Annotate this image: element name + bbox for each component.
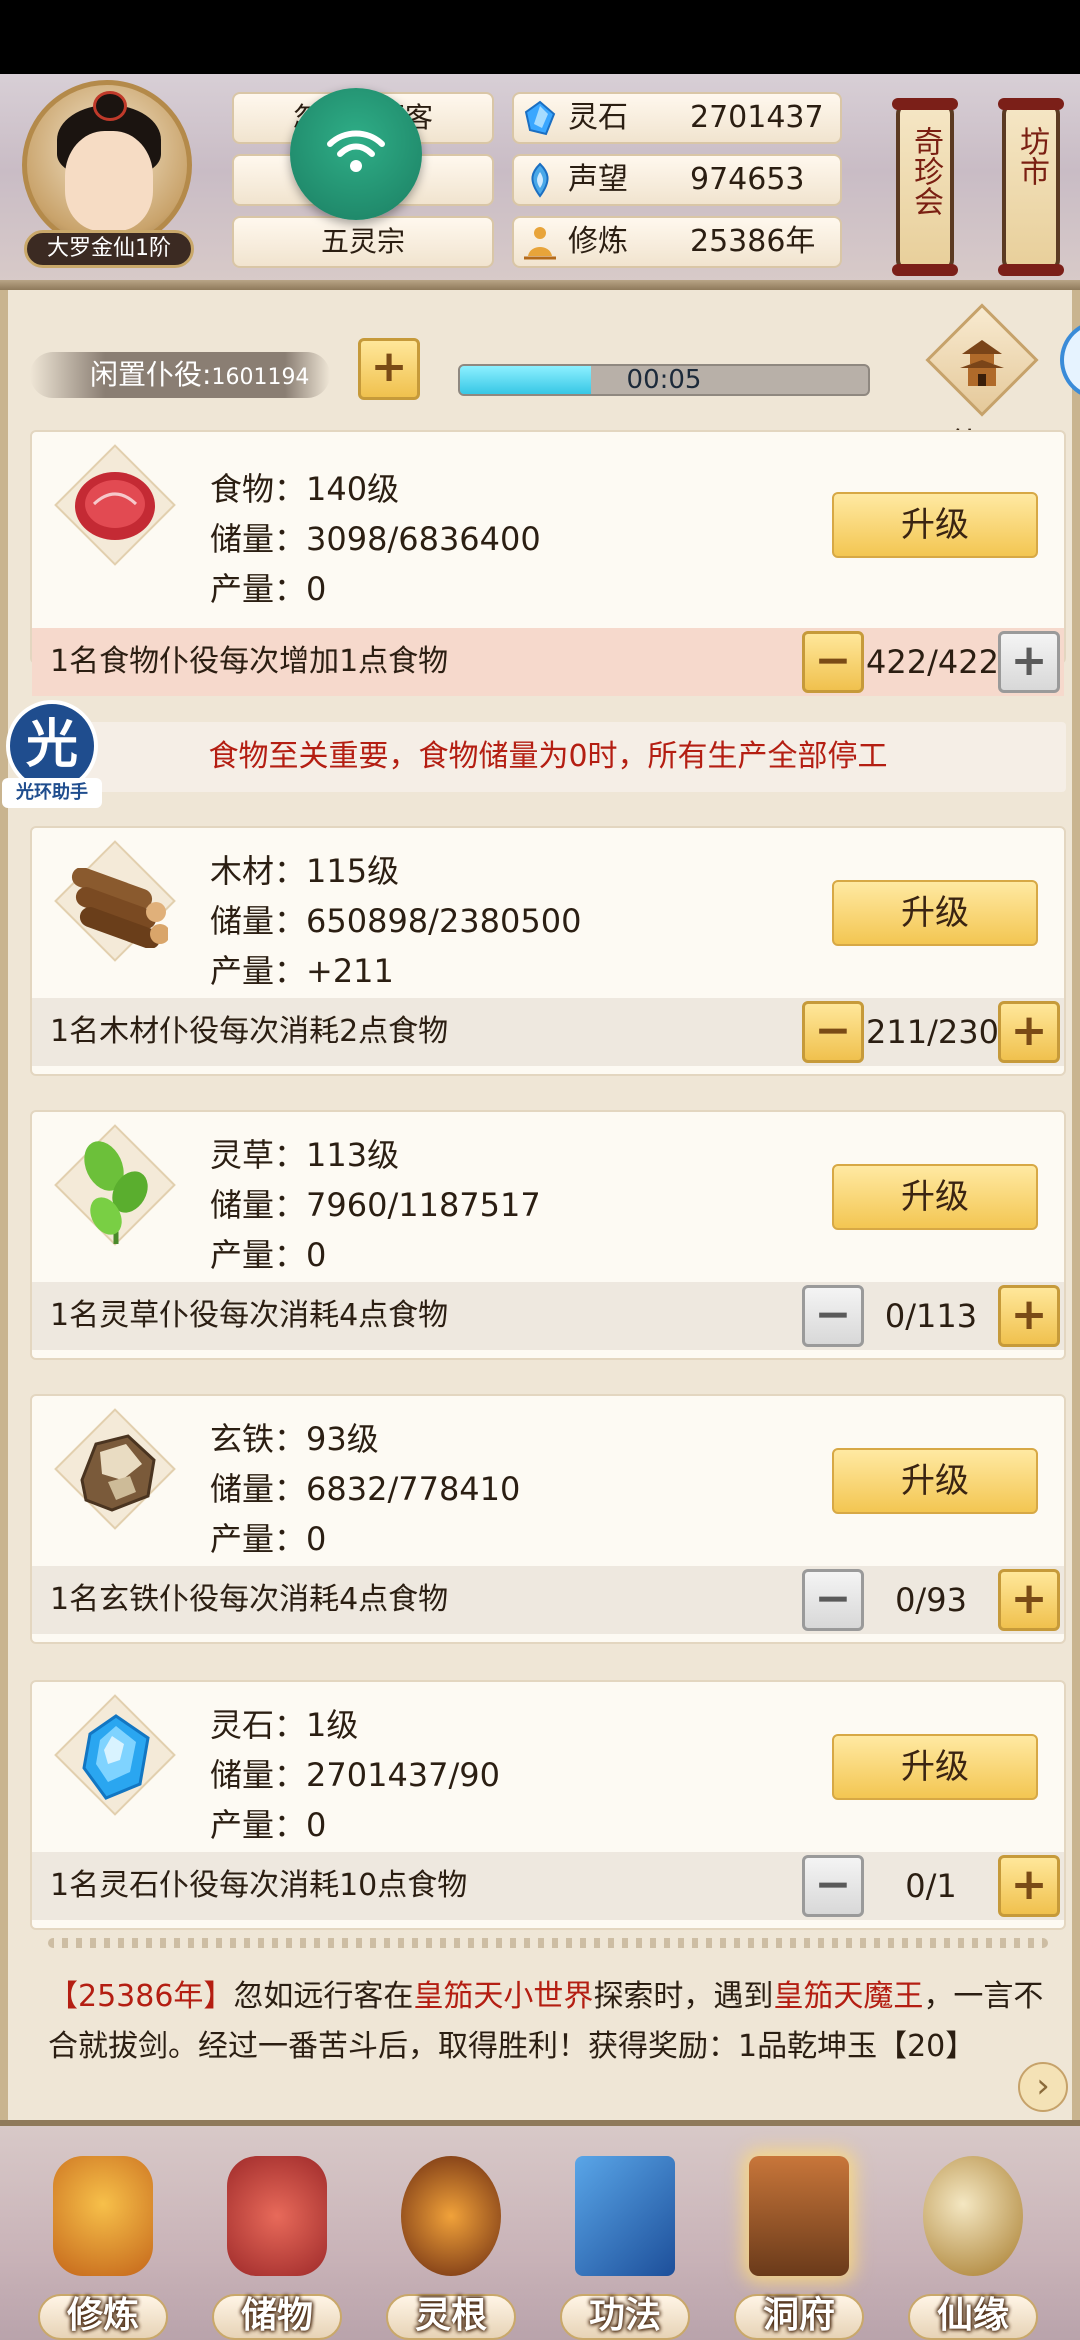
upgrade-button[interactable]: 升级: [832, 1734, 1038, 1800]
resource-output: 产量：0: [210, 1236, 327, 1274]
decrease-servant-button[interactable]: −: [802, 1569, 864, 1631]
spirit-stone-icon: [54, 1694, 176, 1816]
nav-storage[interactable]: 储物: [202, 2146, 352, 2340]
wifi-float-button[interactable]: [290, 88, 422, 220]
storage-bag-icon: [227, 2156, 327, 2276]
resource-card-iron: 玄铁：93级 储量：6832/778410 产量：0 升级 1名玄铁仆役每次消耗…: [30, 1394, 1066, 1644]
event-log: 【25386年】忽如远行客在皇笳天小世界探索时，遇到皇笳天魔王，一言不合就拔剑。…: [48, 1979, 1044, 2064]
reputation-icon: [531, 162, 549, 198]
fate-gourd-icon: [923, 2156, 1023, 2276]
status-bar: [0, 0, 1080, 74]
helper-float-button[interactable]: 光 光环助手: [2, 700, 102, 812]
nav-cultivate[interactable]: 修炼: [28, 2146, 178, 2340]
rank-badge: 大罗金仙1阶: [24, 230, 194, 268]
resource-card-food: 食物：140级 储量：3098/6836400 产量：0 升级 1名食物仆役每次…: [30, 430, 1066, 696]
nav-techniques[interactable]: 功法: [550, 2146, 700, 2340]
servant-assign-row: 1名灵草仆役每次消耗4点食物 − 0/113 +: [32, 1282, 1064, 1350]
resource-card-wood: 木材：115级 储量：650898/2380500 产量：+211 升级 1名木…: [30, 826, 1066, 1076]
servant-count: 0/93: [895, 1581, 967, 1619]
resource-card-herb: 灵草：113级 储量：7960/1187517 产量：0 升级 1名灵草仆役每次…: [30, 1110, 1066, 1360]
resource-name: 木材：115级: [210, 852, 400, 890]
upgrade-button[interactable]: 升级: [832, 492, 1038, 558]
side-drawer-tab[interactable]: [1060, 320, 1080, 400]
servant-assign-row: 1名灵石仆役每次消耗10点食物 − 0/1 +: [32, 1852, 1064, 1920]
wifi-icon: [327, 130, 385, 172]
tassel-decoration: [916, 280, 932, 290]
resource-output: 产量：0: [210, 1806, 327, 1844]
servant-assign-row: 1名食物仆役每次增加1点食物 − 422/422 +: [32, 628, 1064, 696]
increase-servant-button[interactable]: +: [998, 1569, 1060, 1631]
idle-servants: 闲置仆役:1601194: [30, 352, 330, 398]
servant-count: 211/230: [866, 1013, 999, 1051]
resource-reputation: 声望 974653: [512, 154, 842, 206]
cultivate-icon: [53, 2156, 153, 2276]
servant-assign-row: 1名玄铁仆役每次消耗4点食物 − 0/93 +: [32, 1566, 1064, 1634]
nav-fate[interactable]: 仙缘: [898, 2146, 1048, 2340]
food-icon: [54, 444, 176, 566]
upgrade-button[interactable]: 升级: [832, 1448, 1038, 1514]
resource-storage: 储量：650898/2380500: [210, 902, 582, 940]
servant-assign-row: 1名木材仆役每次消耗2点食物 − 211/230 +: [32, 998, 1064, 1066]
cave-dwelling-icon: [749, 2156, 849, 2276]
pavilion-icon: [960, 340, 1004, 386]
cultivation-icon: [524, 227, 556, 260]
log-next-arrow-icon[interactable]: ›: [1018, 2062, 1068, 2112]
wood-icon: [54, 840, 176, 962]
resource-output: 产量：0: [210, 570, 327, 608]
resource-name: 灵草：113级: [210, 1136, 400, 1174]
bottom-nav: 修炼 储物 灵根 功法 洞府 仙缘: [0, 2120, 1080, 2340]
decrease-servant-button[interactable]: −: [802, 631, 864, 693]
resource-cultivation: 修炼 25386年: [512, 216, 842, 268]
resource-name: 玄铁：93级: [210, 1420, 379, 1458]
servant-count: 0/1: [905, 1867, 957, 1905]
resource-name: 食物：140级: [210, 470, 400, 508]
nav-spirit-root[interactable]: 灵根: [376, 2146, 526, 2340]
player-avatar[interactable]: [22, 80, 192, 250]
increase-servant-button[interactable]: +: [998, 631, 1060, 693]
increase-servant-button[interactable]: +: [998, 1001, 1060, 1063]
servant-timer-bar: 00:05: [458, 364, 870, 396]
resource-output: 产量：+211: [210, 952, 394, 990]
player-header: 大罗金仙1阶 忽如远行客 五灵宗 灵石 2701437 声望 974653 修炼…: [0, 74, 1080, 290]
market-button[interactable]: 坊市: [998, 98, 1064, 276]
iron-ore-icon: [54, 1408, 176, 1530]
resource-output: 产量：0: [210, 1520, 327, 1558]
avatar-hair-bun: [93, 91, 127, 121]
spirit-stone-icon: [524, 100, 556, 136]
resource-storage: 储量：2701437/90: [210, 1756, 501, 1794]
add-servant-button[interactable]: +: [358, 338, 420, 400]
decrease-servant-button[interactable]: −: [802, 1001, 864, 1063]
herb-icon: [54, 1124, 176, 1246]
player-sect: 五灵宗: [232, 216, 494, 268]
food-warning: 食物至关重要，食物储量为0时，所有生产全部停工: [30, 722, 1066, 792]
increase-servant-button[interactable]: +: [998, 1285, 1060, 1347]
upgrade-button[interactable]: 升级: [832, 880, 1038, 946]
decrease-servant-button[interactable]: −: [802, 1285, 864, 1347]
spirit-root-icon: [401, 2156, 501, 2276]
resource-storage: 储量：3098/6836400: [210, 520, 541, 558]
decrease-servant-button[interactable]: −: [802, 1855, 864, 1917]
resource-spirit-stone: 灵石 2701437: [512, 92, 842, 144]
estate-panel: 闲置仆役:1601194 + 00:05 仙居 食物：140级 储量：3098/…: [0, 290, 1080, 2120]
resource-card-spirit-stone: 灵石：1级 储量：2701437/90 产量：0 升级 1名灵石仆役每次消耗10…: [30, 1680, 1066, 1930]
tassel-decoration: [1022, 280, 1038, 290]
servant-count: 422/422: [866, 643, 999, 681]
upgrade-button[interactable]: 升级: [832, 1164, 1038, 1230]
resource-storage: 储量：7960/1187517: [210, 1186, 541, 1224]
nav-cave-dwelling[interactable]: 洞府: [724, 2146, 874, 2340]
rare-treasure-fair-button[interactable]: 奇珍会: [892, 98, 958, 276]
resource-storage: 储量：6832/778410: [210, 1470, 521, 1508]
log-divider: [48, 1938, 1048, 1948]
technique-book-icon: [575, 2156, 675, 2276]
servant-count: 0/113: [884, 1297, 978, 1335]
increase-servant-button[interactable]: +: [998, 1855, 1060, 1917]
avatar-face: [65, 131, 153, 231]
resource-name: 灵石：1级: [210, 1706, 359, 1744]
